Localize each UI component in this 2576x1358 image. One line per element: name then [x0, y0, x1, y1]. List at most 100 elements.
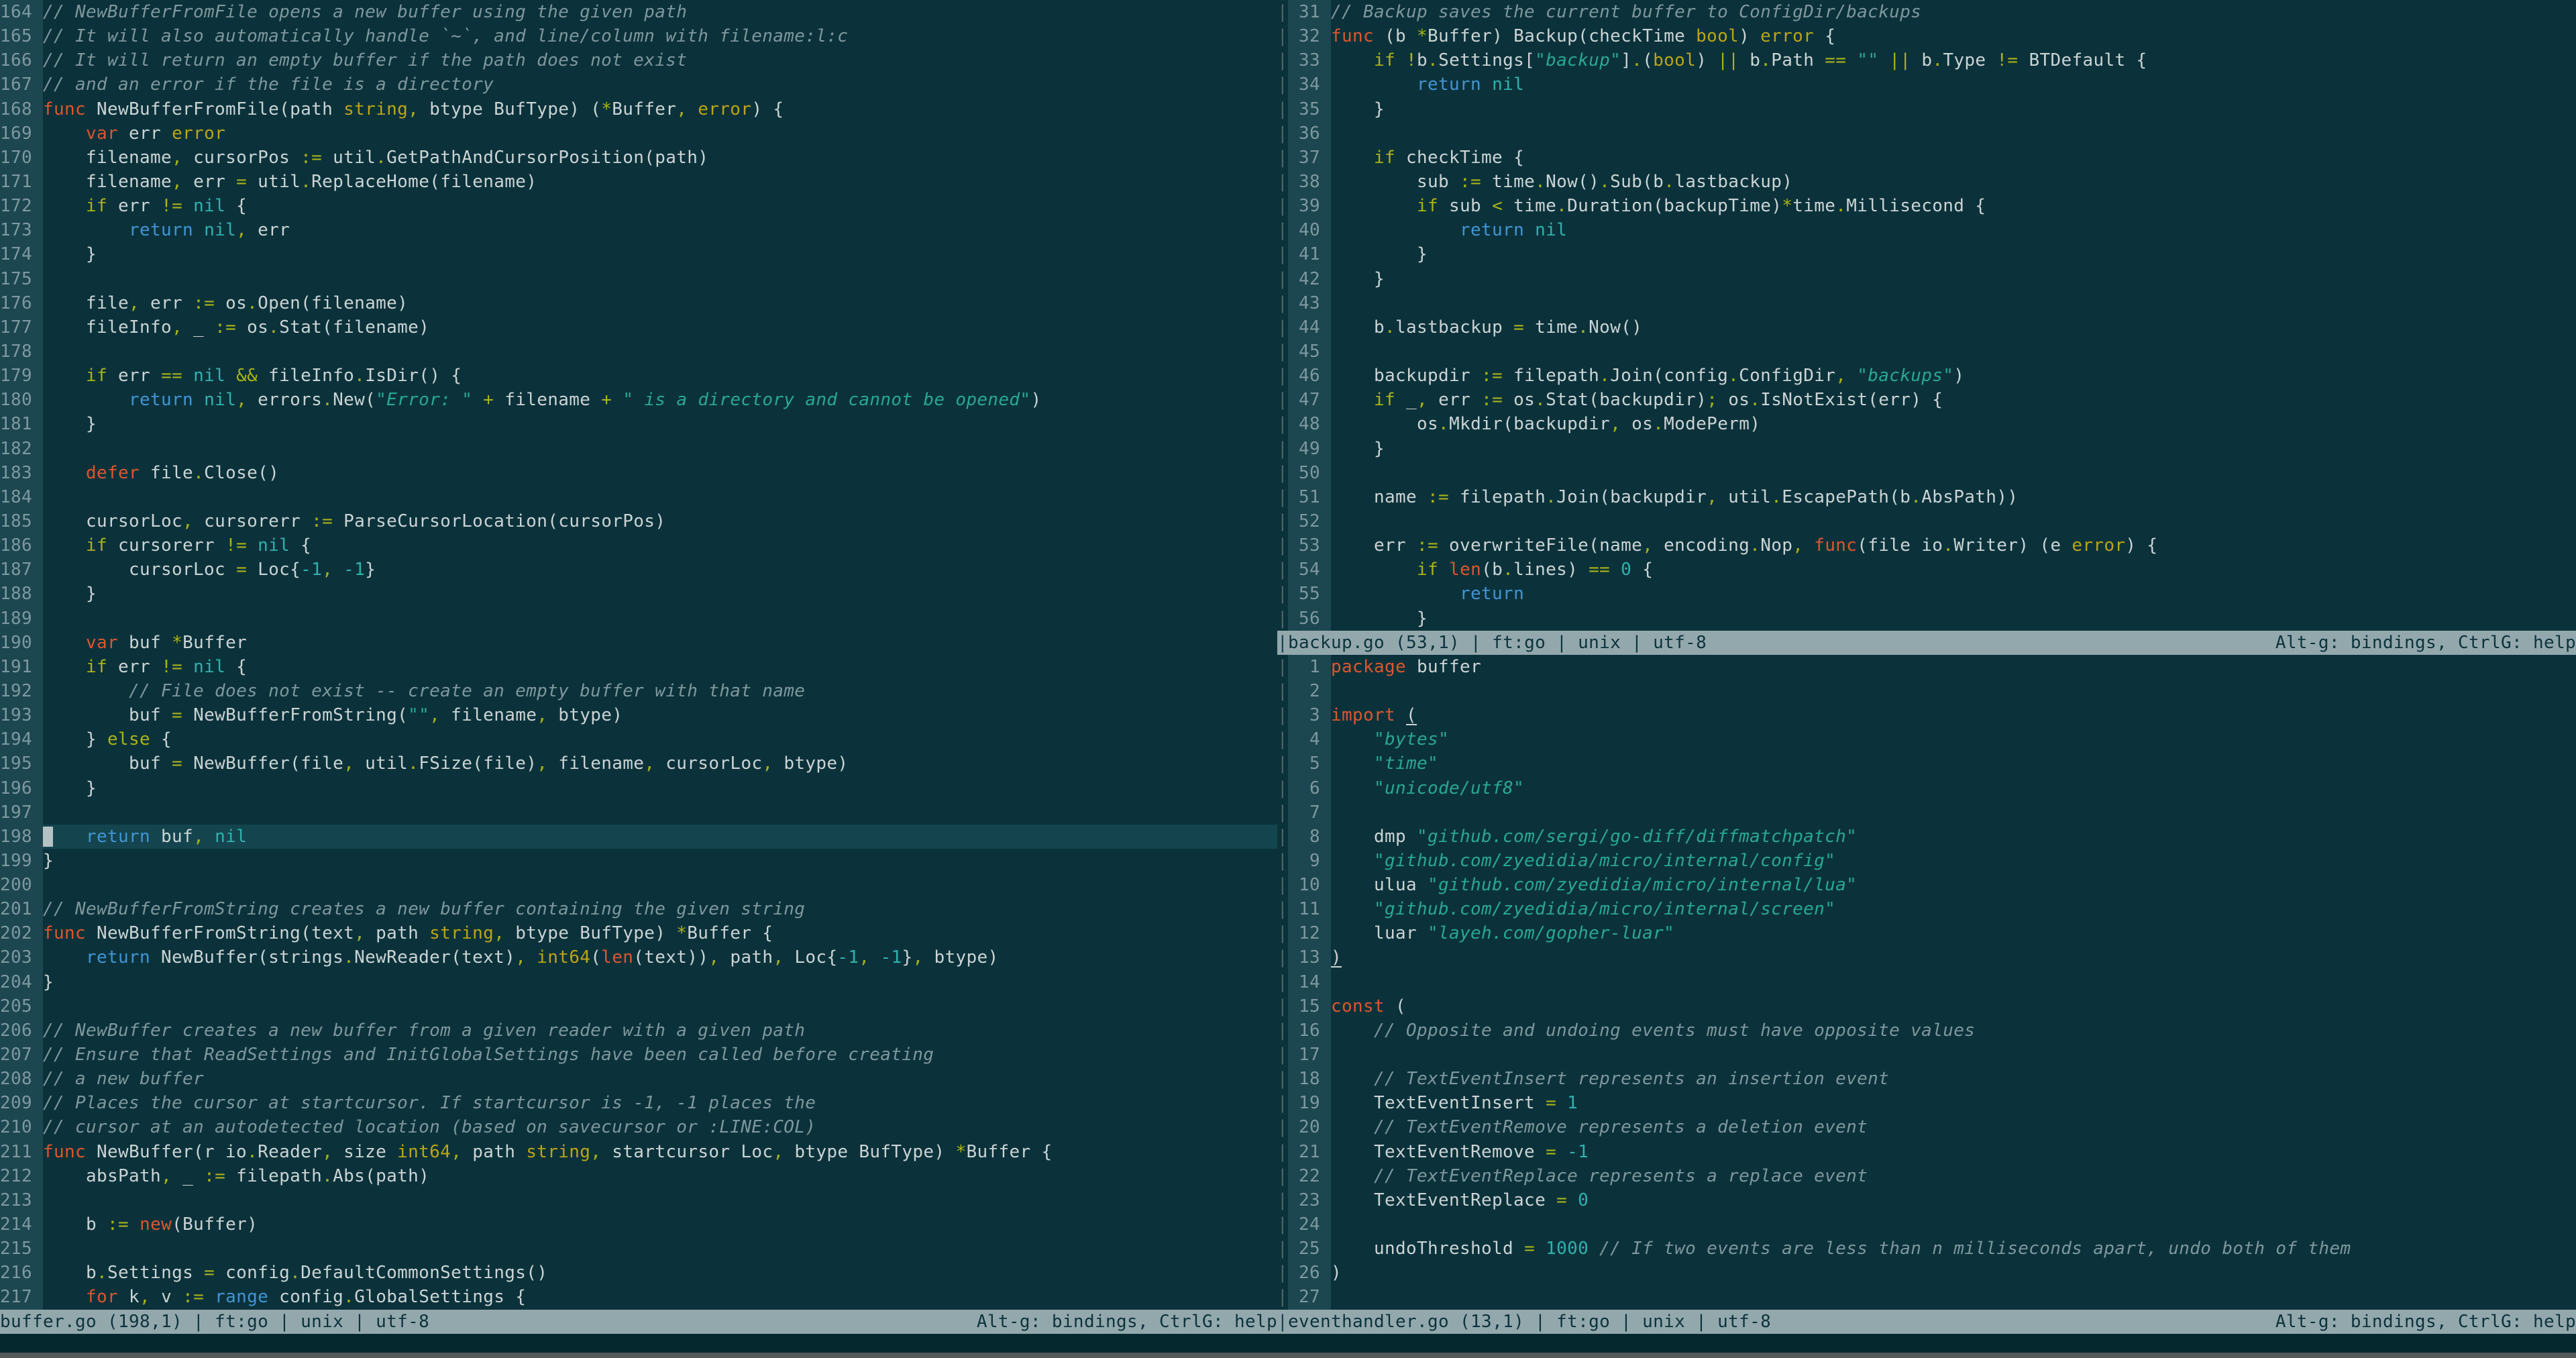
code-line-216[interactable]: 216 b.Settings = config.DefaultCommonSet…: [0, 1261, 1277, 1286]
code-line-38[interactable]: | 38 sub := time.Now().Sub(b.lastbackup): [1277, 169, 2576, 195]
code-line-192[interactable]: 192 // File does not exist -- create an …: [0, 678, 1277, 704]
code-line-191[interactable]: 191 if err != nil {: [0, 654, 1277, 679]
code-line-52[interactable]: | 52: [1277, 509, 2576, 534]
code-line-170[interactable]: 170 filename, cursorPos := util.GetPathA…: [0, 145, 1277, 170]
code-line-190[interactable]: 190 var buf *Buffer: [0, 630, 1277, 655]
code-line-211[interactable]: 211 func NewBuffer(r io.Reader, size int…: [0, 1139, 1277, 1164]
code-line-176[interactable]: 176 file, err := os.Open(filename): [0, 291, 1277, 315]
code-line-187[interactable]: 187 cursorLoc = Loc{-1, -1}: [0, 558, 1277, 582]
code-line-21[interactable]: | 21 TextEventRemove = -1: [1277, 1139, 2576, 1164]
command-line[interactable]: [0, 1334, 2576, 1353]
code-line-215[interactable]: 215: [0, 1237, 1277, 1261]
code-line-53[interactable]: | 53 err := overwriteFile(name, encoding…: [1277, 533, 2576, 558]
code-line-210[interactable]: 210 // cursor at an autodetected locatio…: [0, 1115, 1277, 1140]
code-line-2[interactable]: | 2: [1277, 678, 2576, 704]
code-line-23[interactable]: | 23 TextEventReplace = 0: [1277, 1188, 2576, 1213]
code-line-13[interactable]: | 13 ): [1277, 945, 2576, 970]
code-line-51[interactable]: | 51 name := filepath.Join(backupdir, ut…: [1277, 484, 2576, 509]
code-line-177[interactable]: 177 fileInfo, _ := os.Stat(filename): [0, 315, 1277, 340]
code-line-183[interactable]: 183 defer file.Close(): [0, 460, 1277, 485]
code-line-200[interactable]: 200: [0, 873, 1277, 898]
code-line-197[interactable]: 197: [0, 800, 1277, 825]
pane-buffer-go[interactable]: 164 // NewBufferFromFile opens a new buf…: [0, 0, 1277, 1310]
code-line-19[interactable]: | 19 TextEventInsert = 1: [1277, 1091, 2576, 1116]
code-line-56[interactable]: | 56 }: [1277, 606, 2576, 631]
code-line-175[interactable]: 175: [0, 266, 1277, 291]
code-line-27[interactable]: | 27: [1277, 1285, 2576, 1310]
code-line-17[interactable]: | 17: [1277, 1043, 2576, 1067]
code-line-208[interactable]: 208 // a new buffer: [0, 1067, 1277, 1092]
pane-backup-go[interactable]: | 31 // Backup saves the current buffer …: [1277, 0, 2576, 631]
code-line-15[interactable]: | 15 const (: [1277, 994, 2576, 1018]
code-line-43[interactable]: | 43: [1277, 291, 2576, 315]
code-line-25[interactable]: | 25 undoThreshold = 1000 // If two even…: [1277, 1237, 2576, 1261]
code-line-194[interactable]: 194 } else {: [0, 727, 1277, 752]
code-line-9[interactable]: | 9 "github.com/zyedidia/micro/internal/…: [1277, 848, 2576, 874]
code-line-214[interactable]: 214 b := new(Buffer): [0, 1212, 1277, 1237]
code-line-14[interactable]: | 14: [1277, 970, 2576, 994]
code-line-164[interactable]: 164 // NewBufferFromFile opens a new buf…: [0, 0, 1277, 25]
code-line-186[interactable]: 186 if cursorerr != nil {: [0, 533, 1277, 558]
code-line-165[interactable]: 165 // It will also automatically handle…: [0, 24, 1277, 49]
code-line-35[interactable]: | 35 }: [1277, 97, 2576, 121]
code-line-31[interactable]: | 31 // Backup saves the current buffer …: [1277, 0, 2576, 25]
code-line-12[interactable]: | 12 luar "layeh.com/gopher-luar": [1277, 921, 2576, 946]
code-line-217[interactable]: 217 for k, v := range config.GlobalSetti…: [0, 1285, 1277, 1310]
code-line-3[interactable]: | 3 import (: [1277, 703, 2576, 728]
code-line-193[interactable]: 193 buf = NewBufferFromString("", filena…: [0, 703, 1277, 728]
code-line-184[interactable]: 184: [0, 484, 1277, 509]
code-line-168[interactable]: 168 func NewBufferFromFile(path string, …: [0, 97, 1277, 121]
code-line-166[interactable]: 166 // It will return an empty buffer if…: [0, 48, 1277, 73]
code-line-205[interactable]: 205: [0, 994, 1277, 1018]
code-line-167[interactable]: 167 // and an error if the file is a dir…: [0, 72, 1277, 97]
pane-eventhandler-go[interactable]: | 1 package buffer | 2 | 3 import (| 4 "b…: [1277, 654, 2576, 1310]
code-line-182[interactable]: 182: [0, 436, 1277, 461]
code-line-209[interactable]: 209 // Places the cursor at startcursor.…: [0, 1091, 1277, 1116]
code-line-5[interactable]: | 5 "time": [1277, 751, 2576, 776]
code-line-173[interactable]: 173 return nil, err: [0, 218, 1277, 243]
code-line-172[interactable]: 172 if err != nil {: [0, 194, 1277, 219]
code-line-22[interactable]: | 22 // TextEventReplace represents a re…: [1277, 1163, 2576, 1188]
code-line-11[interactable]: | 11 "github.com/zyedidia/micro/internal…: [1277, 897, 2576, 922]
code-line-207[interactable]: 207 // Ensure that ReadSettings and Init…: [0, 1043, 1277, 1067]
code-line-45[interactable]: | 45: [1277, 339, 2576, 364]
code-line-40[interactable]: | 40 return nil: [1277, 218, 2576, 243]
code-line-47[interactable]: | 47 if _, err := os.Stat(backupdir); os…: [1277, 388, 2576, 413]
code-line-8[interactable]: | 8 dmp "github.com/sergi/go-diff/diffma…: [1277, 824, 2576, 849]
code-line-42[interactable]: | 42 }: [1277, 266, 2576, 291]
code-line-39[interactable]: | 39 if sub < time.Duration(backupTime)*…: [1277, 194, 2576, 219]
code-line-33[interactable]: | 33 if !b.Settings["backup"].(bool) || …: [1277, 48, 2576, 73]
code-line-18[interactable]: | 18 // TextEventInsert represents an in…: [1277, 1067, 2576, 1092]
code-line-49[interactable]: | 49 }: [1277, 436, 2576, 461]
code-line-204[interactable]: 204 }: [0, 970, 1277, 994]
code-line-199[interactable]: 199 }: [0, 848, 1277, 874]
code-line-24[interactable]: | 24: [1277, 1212, 2576, 1237]
code-line-179[interactable]: 179 if err == nil && fileInfo.IsDir() {: [0, 364, 1277, 388]
code-line-6[interactable]: | 6 "unicode/utf8": [1277, 776, 2576, 800]
code-line-195[interactable]: 195 buf = NewBuffer(file, util.FSize(fil…: [0, 751, 1277, 776]
code-line-54[interactable]: | 54 if len(b.lines) == 0 {: [1277, 558, 2576, 582]
code-line-4[interactable]: | 4 "bytes": [1277, 727, 2576, 752]
code-line-55[interactable]: | 55 return: [1277, 582, 2576, 607]
code-line-37[interactable]: | 37 if checkTime {: [1277, 145, 2576, 170]
code-line-48[interactable]: | 48 os.Mkdir(backupdir, os.ModePerm): [1277, 412, 2576, 437]
code-line-16[interactable]: | 16 // Opposite and undoing events must…: [1277, 1018, 2576, 1043]
code-line-171[interactable]: 171 filename, err = util.ReplaceHome(fil…: [0, 169, 1277, 195]
code-line-181[interactable]: 181 }: [0, 412, 1277, 437]
code-line-198[interactable]: 198 return buf, nil: [0, 824, 1277, 849]
code-line-32[interactable]: | 32 func (b *Buffer) Backup(checkTime b…: [1277, 24, 2576, 49]
code-line-36[interactable]: | 36: [1277, 121, 2576, 146]
code-line-203[interactable]: 203 return NewBuffer(strings.NewReader(t…: [0, 945, 1277, 970]
code-line-50[interactable]: | 50: [1277, 460, 2576, 485]
code-line-10[interactable]: | 10 ulua "github.com/zyedidia/micro/int…: [1277, 873, 2576, 898]
code-line-185[interactable]: 185 cursorLoc, cursorerr := ParseCursorL…: [0, 509, 1277, 534]
code-line-178[interactable]: 178: [0, 339, 1277, 364]
code-line-212[interactable]: 212 absPath, _ := filepath.Abs(path): [0, 1163, 1277, 1188]
code-line-1[interactable]: | 1 package buffer: [1277, 654, 2576, 679]
code-line-206[interactable]: 206 // NewBuffer creates a new buffer fr…: [0, 1018, 1277, 1043]
code-line-188[interactable]: 188 }: [0, 582, 1277, 607]
code-line-26[interactable]: | 26 ): [1277, 1261, 2576, 1286]
code-line-41[interactable]: | 41 }: [1277, 242, 2576, 267]
code-line-202[interactable]: 202 func NewBufferFromString(text, path …: [0, 921, 1277, 946]
code-line-201[interactable]: 201 // NewBufferFromString creates a new…: [0, 897, 1277, 922]
